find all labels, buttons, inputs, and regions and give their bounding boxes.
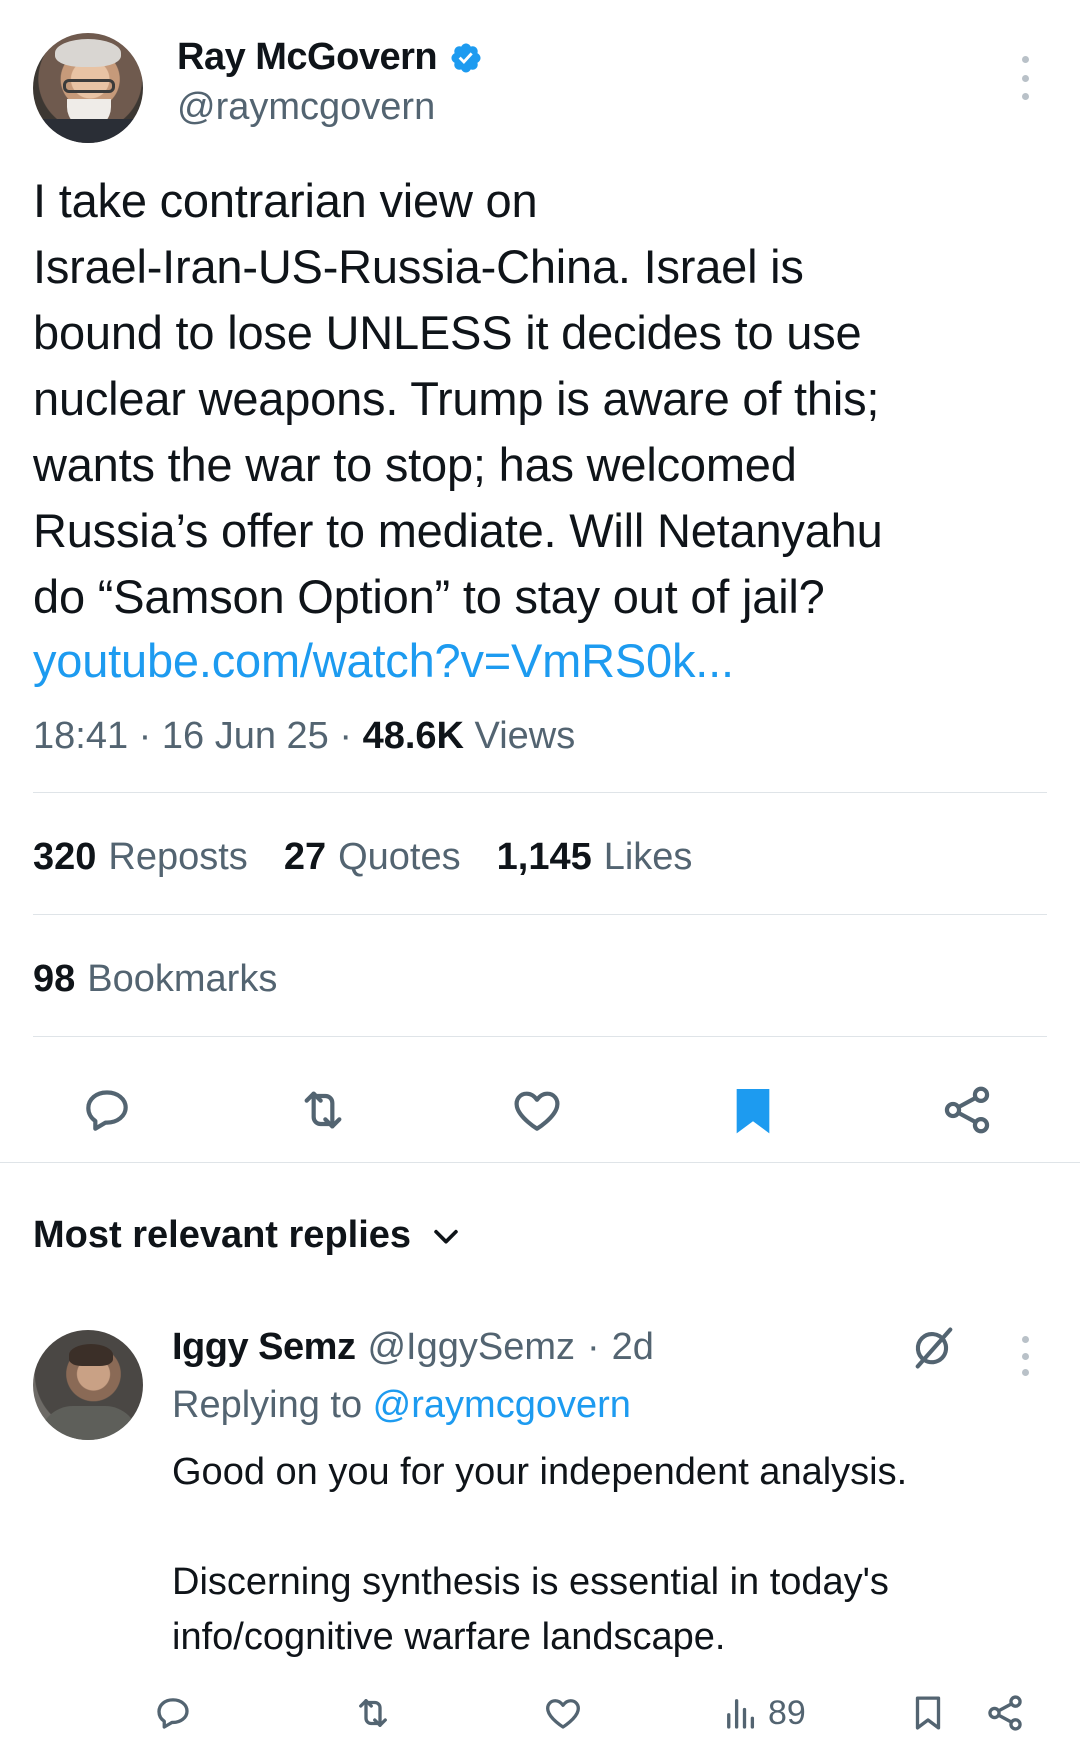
bookmarks-label: Bookmarks xyxy=(87,958,278,1000)
reply-avatar[interactable] xyxy=(33,1330,143,1440)
chevron-down-icon xyxy=(434,1229,458,1244)
reply-paragraph: Discerning synthesis is essential in tod… xyxy=(172,1561,889,1658)
likes-count: 1,145 xyxy=(496,836,592,878)
like-icon xyxy=(514,1091,560,1131)
author-handle[interactable]: @raymcgovern xyxy=(177,86,435,129)
reposts-label: Reposts xyxy=(108,836,248,878)
likes-label: Likes xyxy=(603,836,693,878)
tweet-meta: 18:41 · 16 Jun 25 · 48.6K Views xyxy=(33,715,575,758)
quotes-label: Quotes xyxy=(338,836,461,878)
views-count: 48.6K xyxy=(362,715,464,757)
bookmarks-count: 98 xyxy=(33,958,76,1000)
bookmark-icon xyxy=(915,1696,941,1730)
section-divider xyxy=(0,1162,1080,1163)
more-options-icon[interactable] xyxy=(1012,56,1038,100)
reply-icon xyxy=(157,1698,189,1729)
avatar-shirt xyxy=(33,119,143,143)
views-label: Views xyxy=(463,715,576,757)
likes-stat[interactable]: 1,145 Likes xyxy=(497,836,693,879)
grok-icon[interactable] xyxy=(908,1322,960,1374)
reply-share-button[interactable] xyxy=(984,1686,1026,1740)
avatar-hair xyxy=(69,1344,113,1366)
reply-bookmark-button[interactable] xyxy=(907,1686,949,1740)
reply-sort-dropdown[interactable]: Most relevant replies xyxy=(33,1214,463,1257)
reply-time[interactable]: 2d xyxy=(612,1326,654,1369)
tweet-action-bar xyxy=(0,1075,1080,1145)
meta-separator: · xyxy=(128,715,162,757)
share-icon xyxy=(988,1695,1022,1731)
tweet-text: I take contrarian view on Israel-Iran-US… xyxy=(33,174,883,623)
replying-mention[interactable]: @raymcgovern xyxy=(373,1384,631,1426)
author-avatar[interactable] xyxy=(33,33,143,143)
divider xyxy=(33,914,1047,915)
verified-badge-icon xyxy=(451,42,481,73)
reposts-stat[interactable]: 320 Reposts xyxy=(33,836,248,879)
reply-author-name[interactable]: Iggy Semz xyxy=(172,1326,356,1369)
quotes-count: 27 xyxy=(283,836,327,878)
quotes-stat[interactable]: 27 Quotes xyxy=(284,836,461,879)
reply-button[interactable] xyxy=(72,1075,142,1145)
author-display-name[interactable]: Ray McGovern xyxy=(177,36,438,79)
like-button[interactable] xyxy=(502,1075,572,1145)
reply-like-button[interactable] xyxy=(542,1686,584,1740)
engagement-stats: 320 Reposts 27 Quotes 1,145 Likes xyxy=(33,836,692,879)
reply-header: Iggy Semz @IggySemz · 2d xyxy=(172,1326,654,1369)
reply-more-options-icon[interactable] xyxy=(1012,1336,1038,1376)
replying-prefix: Replying to xyxy=(172,1384,373,1426)
analytics-icon xyxy=(727,1699,755,1729)
reply-views-count: 89 xyxy=(768,1693,806,1732)
meta-separator: · xyxy=(328,715,363,757)
reply-sort-label: Most relevant replies xyxy=(33,1214,412,1256)
replying-to: Replying to @raymcgovern xyxy=(172,1384,631,1427)
reply-dot: · xyxy=(587,1326,600,1368)
bookmark-button[interactable] xyxy=(718,1075,788,1145)
repost-button[interactable] xyxy=(288,1075,358,1145)
tweet-time: 18:41 xyxy=(33,715,129,757)
avatar-glasses xyxy=(63,79,115,93)
bookmark-filled-icon xyxy=(736,1089,770,1134)
reply-text: Good on you for your independent analysi… xyxy=(172,1445,1052,1665)
repost-icon xyxy=(359,1699,387,1727)
author-name-row: Ray McGovern xyxy=(177,36,483,79)
tweet-date: 16 Jun 25 xyxy=(161,715,329,757)
reply-author-handle[interactable]: @IggySemz xyxy=(367,1326,575,1369)
reply-views-button[interactable]: 89 xyxy=(720,1686,806,1740)
reply-icon xyxy=(86,1090,128,1131)
bookmarks-stat[interactable]: 98 Bookmarks xyxy=(33,958,277,1001)
divider xyxy=(33,792,1047,793)
tweet-detail-page: Ray McGovern @raymcgovern I take contrar… xyxy=(0,0,1080,1758)
reply-action-bar: 89 xyxy=(0,1686,1080,1740)
avatar-hair xyxy=(55,39,121,67)
reply-paragraph: Good on you for your independent analysi… xyxy=(172,1451,908,1493)
reposts-count: 320 xyxy=(33,836,97,878)
reply-repost-button[interactable] xyxy=(352,1686,394,1740)
share-button[interactable] xyxy=(932,1075,1002,1145)
like-icon xyxy=(546,1699,580,1729)
divider xyxy=(33,1036,1047,1037)
reply-reply-button[interactable] xyxy=(152,1686,194,1740)
repost-icon xyxy=(304,1091,342,1129)
tweet-link[interactable]: youtube.com/watch?v=VmRS0k... xyxy=(33,628,734,694)
avatar-body xyxy=(39,1406,139,1440)
share-icon xyxy=(944,1086,990,1134)
